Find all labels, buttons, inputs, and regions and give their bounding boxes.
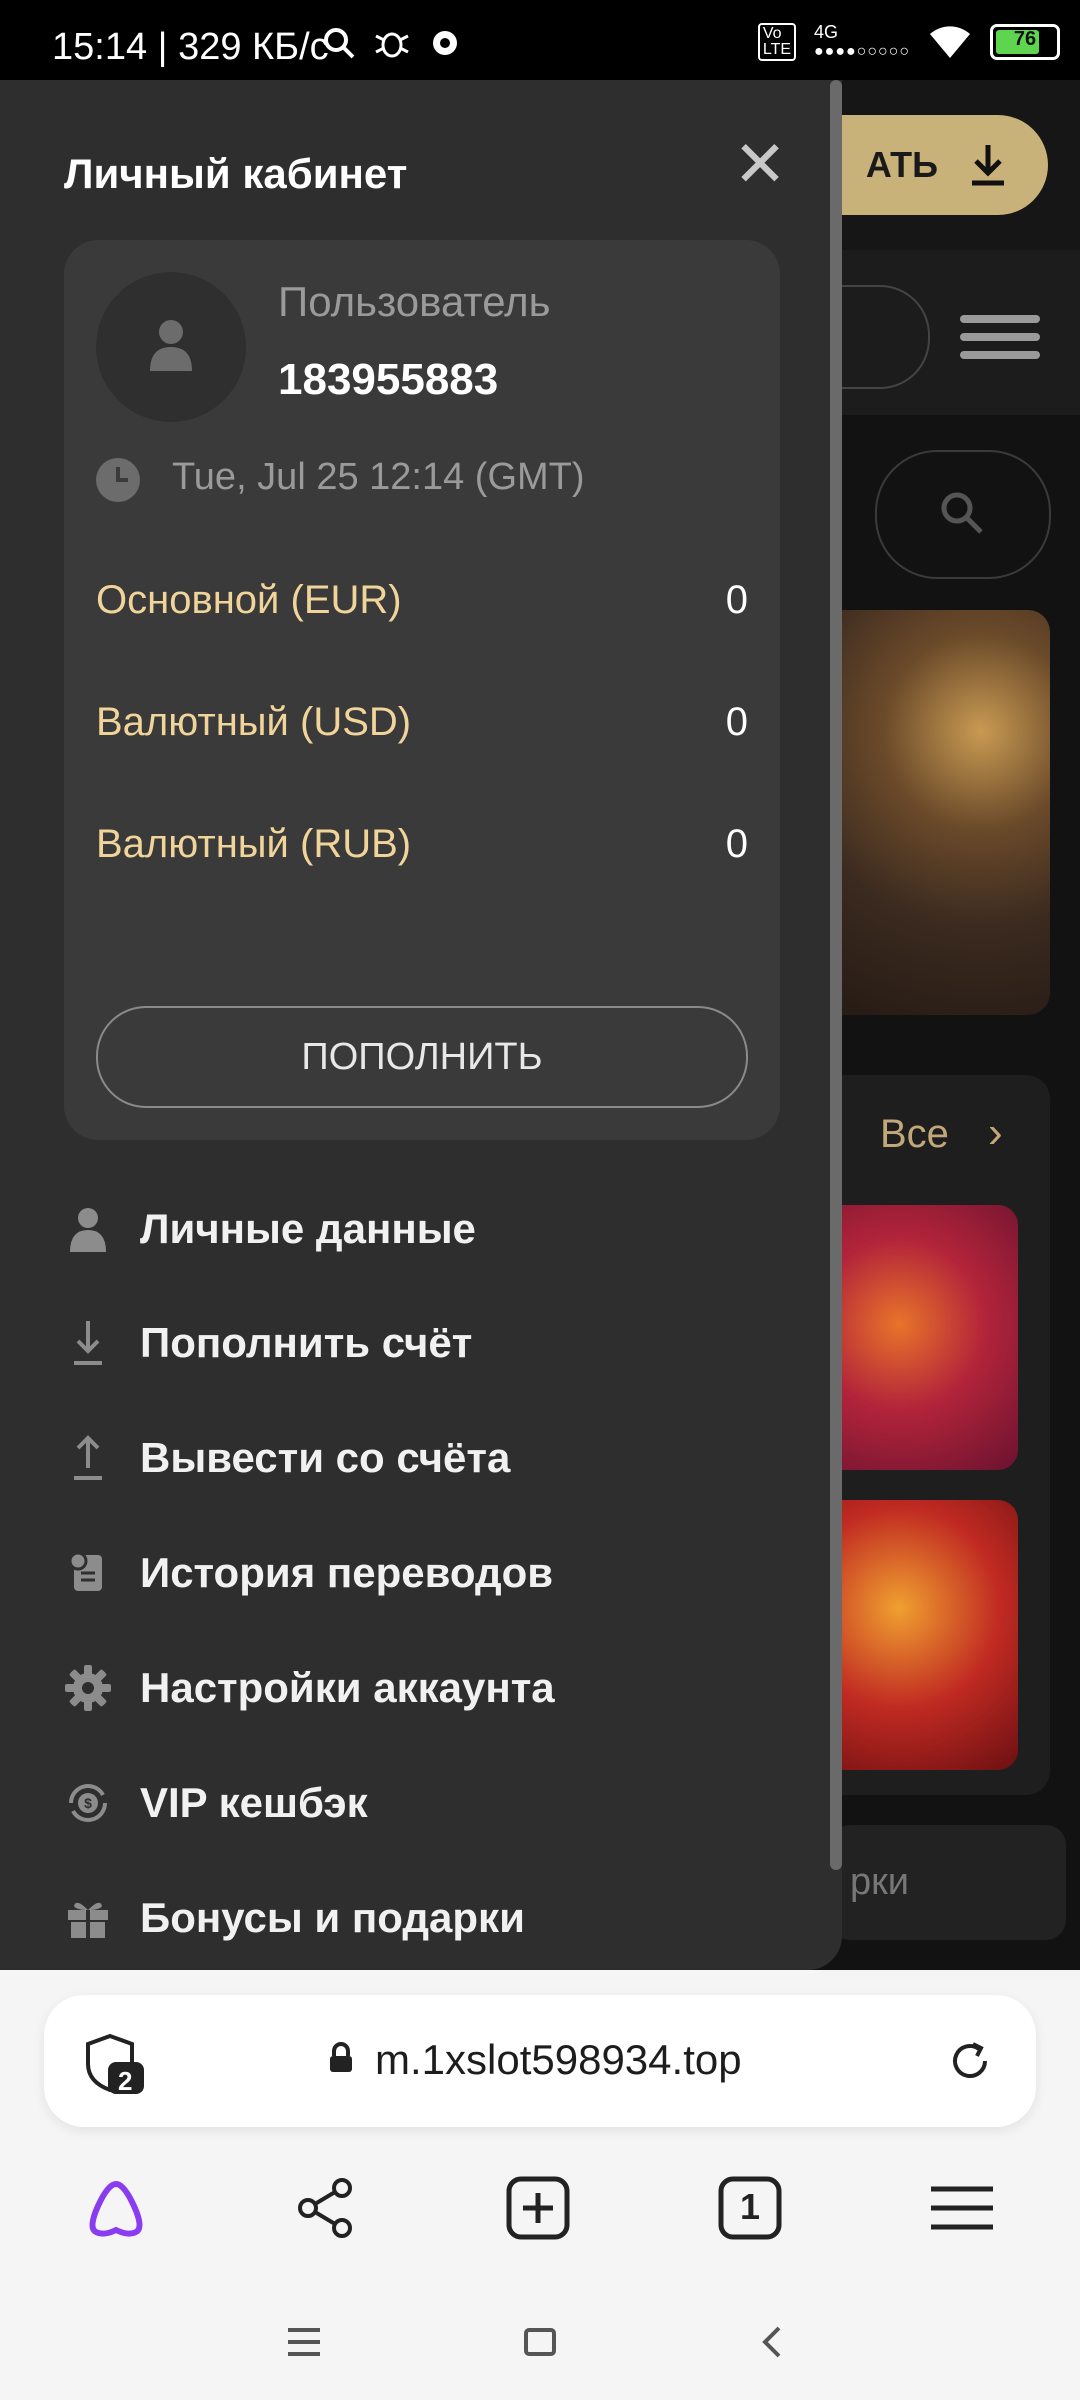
balance-label: Валютный (USD): [96, 700, 412, 744]
user-id: 183955883: [278, 355, 499, 404]
menu-item-withdraw[interactable]: Вывести со счёта: [64, 1413, 784, 1503]
recent-apps-icon[interactable]: [274, 2312, 334, 2372]
clock-icon: [96, 458, 140, 502]
gear-icon: [64, 1664, 112, 1712]
gift-icon: [64, 1894, 112, 1942]
game-tile[interactable]: [820, 1500, 1018, 1770]
bonus-button[interactable]: рки: [830, 1825, 1066, 1940]
url-text[interactable]: m.1xslot598934.top: [375, 2036, 742, 2084]
menu-burger-icon[interactable]: [960, 315, 1040, 359]
browser-menu-icon[interactable]: [922, 2168, 1002, 2248]
promo-banner[interactable]: [820, 610, 1050, 1015]
shield-tabs-icon[interactable]: 2: [80, 2030, 150, 2100]
home-icon[interactable]: [510, 2312, 570, 2372]
battery-level: 76: [1013, 27, 1037, 50]
person-icon: [64, 1205, 112, 1253]
menu-item-personal-data[interactable]: Личные данные: [64, 1184, 784, 1274]
network-type: 4G: [814, 22, 839, 42]
signal-indicator: 4G ●●●●○○○○○: [814, 22, 910, 61]
download-icon: [972, 145, 1004, 186]
balance-label: Основной (EUR): [96, 578, 402, 622]
signal-dots-icon: ●●●●○○○○○: [814, 43, 910, 60]
alice-assistant-icon[interactable]: [76, 2168, 156, 2248]
upload-icon: [64, 1434, 112, 1482]
menu-item-deposit[interactable]: Пополнить счёт: [64, 1298, 784, 1388]
bonus-button-label: рки: [850, 1861, 909, 1903]
menu-item-label: Бонусы и подарки: [140, 1894, 525, 1941]
share-icon[interactable]: [286, 2168, 366, 2248]
bug-icon: [375, 32, 409, 58]
menu-item-label: VIP кешбэк: [140, 1779, 368, 1826]
menu-item-label: Личные данные: [140, 1205, 476, 1252]
wifi-icon: [930, 25, 970, 58]
tabs-switcher[interactable]: 1: [710, 2168, 790, 2248]
tab-count: 1: [739, 2186, 761, 2227]
menu-item-bonuses[interactable]: Бонусы и подарки: [64, 1873, 784, 1963]
back-icon[interactable]: [742, 2312, 802, 2372]
lock-icon: [328, 2042, 354, 2074]
reload-icon[interactable]: [945, 2036, 995, 2086]
user-label: Пользователь: [278, 278, 551, 325]
menu-item-history[interactable]: История переводов: [64, 1528, 784, 1618]
game-tile[interactable]: [820, 1205, 1018, 1470]
download-icon: [64, 1319, 112, 1367]
see-all-link[interactable]: Все: [880, 1112, 949, 1157]
new-tab-icon[interactable]: [498, 2168, 578, 2248]
menu-item-label: Настройки аккаунта: [140, 1664, 555, 1711]
status-time: 15:14 | 329 КБ/с: [52, 26, 329, 68]
menu-item-label: Вывести со счёта: [140, 1434, 511, 1481]
cashback-icon: $: [64, 1779, 112, 1827]
status-icons-left: [322, 26, 462, 60]
settings-status-icon: [433, 31, 457, 55]
balance-value: 0: [725, 700, 748, 744]
search-icon: [324, 28, 355, 59]
datetime: Tue, Jul 25 12:14 (GMT): [172, 456, 585, 498]
chevron-right-icon[interactable]: ›: [988, 1108, 1003, 1158]
menu-item-label: Пополнить счёт: [140, 1319, 473, 1366]
menu-item-account-settings[interactable]: Настройки аккаунта: [64, 1643, 784, 1733]
download-app-label: АТЬ: [865, 144, 938, 185]
volte-icon: Vo LTE: [757, 22, 797, 61]
menu-item-label: История переводов: [140, 1549, 554, 1596]
balance-value: 0: [725, 822, 748, 866]
menu-item-vip-cashback[interactable]: $ VIP кешбэк: [64, 1758, 784, 1848]
topup-button[interactable]: ПОПОЛНИТЬ: [96, 1006, 748, 1108]
status-bar: 15:14 | 329 КБ/с Vo LTE 4G ●●●●○○○○○ 76: [0, 0, 1080, 80]
avatar: [96, 272, 246, 422]
search-icon: [941, 492, 983, 534]
drawer-title: Личный кабинет: [64, 150, 408, 197]
status-icons-right: Vo LTE 4G ●●●●○○○○○ 76: [757, 22, 1060, 61]
drawer-scrollbar[interactable]: [830, 80, 842, 1870]
balance-label: Валютный (RUB): [96, 822, 412, 866]
person-icon: [150, 320, 192, 371]
svg-text:$: $: [84, 1795, 92, 1811]
balance-value: 0: [725, 578, 748, 622]
site-search-button[interactable]: [875, 450, 1051, 579]
battery-icon: 76: [990, 23, 1060, 60]
history-icon: [64, 1549, 112, 1597]
protected-tabs-count: 2: [118, 2066, 133, 2096]
close-icon[interactable]: ✕: [728, 132, 792, 196]
